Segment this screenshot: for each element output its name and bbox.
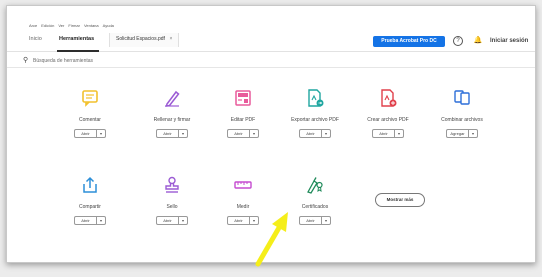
tool-open-control: Abrir ▾: [372, 129, 404, 138]
search-icon: ⚲: [23, 57, 29, 64]
comment-icon: [82, 90, 98, 107]
trial-button[interactable]: Prueba Acrobat Pro DC: [373, 36, 445, 47]
open-button[interactable]: Abrir: [74, 129, 97, 138]
tool-edit-pdf[interactable]: Editar PDF Abrir ▾: [208, 89, 278, 159]
help-icon[interactable]: ?: [453, 36, 463, 46]
tool-open-control: Abrir ▾: [74, 129, 106, 138]
export-pdf-icon: [308, 89, 324, 107]
share-icon: [83, 176, 97, 193]
show-more-button[interactable]: Mostrar más: [375, 193, 425, 207]
tool-open-control: Abrir ▾: [299, 216, 331, 225]
chevron-down-icon[interactable]: ▾: [469, 129, 478, 138]
tool-fill-sign[interactable]: Rellenar y firmar Abrir ▾: [137, 89, 207, 159]
chevron-down-icon[interactable]: ▾: [322, 129, 331, 138]
open-button[interactable]: Abrir: [372, 129, 395, 138]
open-button[interactable]: Abrir: [299, 129, 322, 138]
tab-tools[interactable]: Herramientas: [59, 36, 94, 42]
menu-view[interactable]: Ver: [58, 23, 64, 28]
certificates-icon: [307, 177, 323, 194]
tool-label: Rellenar y firmar: [153, 117, 191, 123]
open-button[interactable]: Abrir: [156, 129, 179, 138]
tool-create-pdf[interactable]: Crear archivo PDF Abrir ▾: [353, 89, 423, 159]
tab-home[interactable]: Inicio: [29, 36, 42, 42]
tab-document[interactable]: Solicitud Espacios.pdf ×: [109, 33, 180, 47]
measure-icon: [234, 181, 252, 189]
combine-files-icon: [454, 90, 470, 105]
notifications-icon[interactable]: 🔔: [473, 36, 483, 46]
tool-open-control: Abrir ▾: [227, 129, 259, 138]
add-button[interactable]: Agregar: [446, 129, 469, 138]
menu-bar: Arce Edición Ver Firmar Ventana Ayuda: [29, 23, 114, 28]
active-tab-indicator: [57, 50, 99, 52]
tool-open-control: Abrir ▾: [156, 129, 188, 138]
stamp-icon: [165, 176, 179, 193]
fill-sign-icon: [165, 90, 180, 107]
close-icon[interactable]: ×: [169, 36, 172, 42]
tool-label: Combinar archivos: [441, 117, 483, 123]
chevron-down-icon[interactable]: ▾: [179, 129, 188, 138]
chevron-down-icon[interactable]: ▾: [250, 129, 259, 138]
tool-label: Crear archivo PDF: [367, 117, 409, 123]
tool-label: Exportar archivo PDF: [291, 117, 339, 123]
menu-window[interactable]: Ventana: [84, 23, 99, 28]
tool-open-control: Agregar ▾: [446, 129, 478, 138]
pointer-arrow-icon: [255, 212, 288, 267]
tool-label: Editar PDF: [230, 117, 256, 123]
edit-pdf-icon: [235, 90, 251, 106]
open-button[interactable]: Abrir: [156, 216, 179, 225]
open-button[interactable]: Abrir: [227, 129, 250, 138]
signin-link[interactable]: Iniciar sesión: [490, 38, 528, 44]
open-button[interactable]: Abrir: [299, 216, 322, 225]
tool-label: Compartir: [79, 204, 101, 210]
tool-label: Sello: [166, 204, 178, 210]
menu-file[interactable]: Arce: [29, 23, 37, 28]
chevron-down-icon[interactable]: ▾: [322, 216, 331, 225]
chevron-down-icon[interactable]: ▾: [97, 129, 106, 138]
tab-document-label: Solicitud Espacios.pdf: [116, 36, 165, 42]
tool-stamp[interactable]: Sello Abrir ▾: [137, 176, 207, 246]
open-button[interactable]: Abrir: [227, 216, 250, 225]
tool-label: Comentar: [79, 117, 101, 123]
chevron-down-icon[interactable]: ▾: [97, 216, 106, 225]
chevron-down-icon[interactable]: ▾: [179, 216, 188, 225]
open-button[interactable]: Abrir: [74, 216, 97, 225]
tool-export-pdf[interactable]: Exportar archivo PDF Abrir ▾: [280, 89, 350, 159]
tool-search-bar: ⚲: [7, 53, 535, 68]
menu-help[interactable]: Ayuda: [103, 23, 114, 28]
tool-open-control: Abrir ▾: [299, 129, 331, 138]
search-input[interactable]: [33, 56, 233, 65]
tool-share[interactable]: Compartir Abrir ▾: [55, 176, 125, 246]
menu-edit[interactable]: Edición: [41, 23, 54, 28]
menu-sign[interactable]: Firmar: [68, 23, 80, 28]
tool-combine-files[interactable]: Combinar archivos Agregar ▾: [427, 89, 497, 159]
create-pdf-icon: [381, 89, 397, 107]
tool-open-control: Abrir ▾: [74, 216, 106, 225]
tool-open-control: Abrir ▾: [156, 216, 188, 225]
tool-comment[interactable]: Comentar Abrir ▾: [55, 89, 125, 159]
chevron-down-icon[interactable]: ▾: [395, 129, 404, 138]
